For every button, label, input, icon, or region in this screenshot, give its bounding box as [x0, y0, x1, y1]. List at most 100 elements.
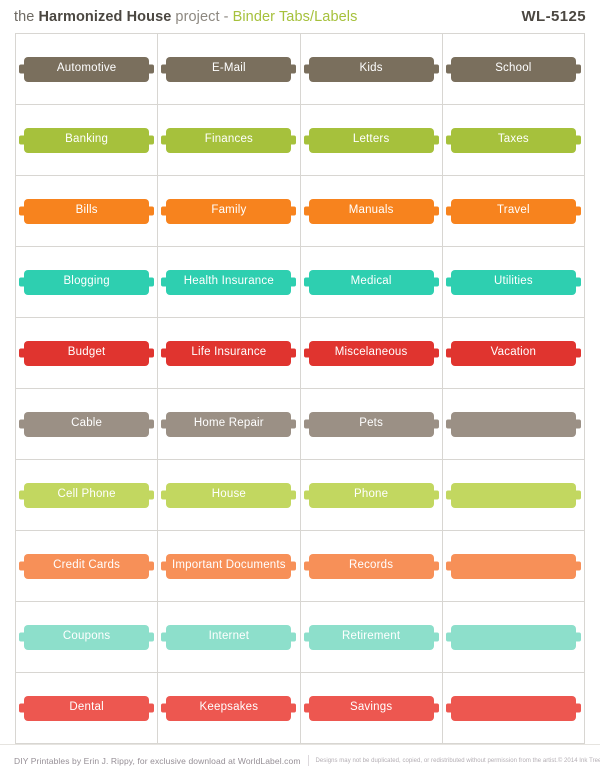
binder-tab[interactable]: Kids	[303, 56, 439, 82]
grid-cell	[442, 389, 585, 460]
tab-nub-left-icon	[161, 135, 167, 145]
binder-tab[interactable]: Pets	[303, 411, 439, 437]
binder-tab-label: Retirement	[342, 630, 401, 643]
title-subtitle: Binder Tabs/Labels	[232, 8, 358, 25]
tab-nub-right-icon	[149, 135, 155, 145]
binder-tab[interactable]: Medical	[303, 269, 439, 295]
grid-cell: Family	[158, 176, 301, 247]
binder-tab-label: Manuals	[348, 204, 394, 217]
grid-cell: Home Repair	[158, 389, 301, 460]
tab-nub-right-icon	[149, 490, 155, 500]
grid-cell	[442, 673, 585, 744]
binder-tab[interactable]: Home Repair	[161, 411, 297, 437]
binder-tab[interactable]: E-Mail	[161, 56, 297, 82]
binder-tab[interactable]: Automotive	[19, 56, 155, 82]
tab-nub-left-icon	[19, 561, 25, 571]
binder-tab[interactable]: Banking	[19, 127, 155, 153]
tab-nub-left-icon	[445, 419, 451, 429]
binder-tab[interactable]: Coupons	[19, 624, 155, 650]
tab-nub-left-icon	[161, 348, 167, 358]
binder-tab[interactable]: Travel	[445, 198, 581, 224]
binder-tab[interactable]: Finances	[161, 127, 297, 153]
binder-tab-label: Cell Phone	[57, 488, 116, 501]
grid-cell: Miscelaneous	[300, 318, 443, 389]
binder-tab[interactable]: Health Insurance	[161, 269, 297, 295]
tab-nub-left-icon	[19, 348, 25, 358]
binder-tab[interactable]: School	[445, 56, 581, 82]
binder-tab[interactable]: Important Documents	[161, 553, 297, 579]
binder-tab[interactable]: Cell Phone	[19, 482, 155, 508]
tab-nub-left-icon	[161, 277, 167, 287]
tab-nub-left-icon	[161, 206, 167, 216]
tab-nub-right-icon	[575, 490, 581, 500]
binder-tab-blank[interactable]	[445, 411, 581, 437]
binder-tab[interactable]: Utilities	[445, 269, 581, 295]
tab-nub-left-icon	[303, 419, 309, 429]
binder-tab-label: Finances	[204, 133, 253, 146]
grid-cell: Utilities	[442, 247, 585, 318]
tab-nub-right-icon	[575, 632, 581, 642]
tab-nub-left-icon	[161, 561, 167, 571]
tab-nub-right-icon	[575, 419, 581, 429]
grid-cell: Dental	[16, 673, 159, 744]
binder-tab[interactable]: Blogging	[19, 269, 155, 295]
tab-nub-left-icon	[19, 703, 25, 713]
binder-tab-blank[interactable]	[445, 482, 581, 508]
binder-tab[interactable]: Keepsakes	[161, 695, 297, 721]
binder-tab-label: Vacation	[490, 346, 537, 359]
tab-nub-right-icon	[149, 348, 155, 358]
binder-tab[interactable]: Savings	[303, 695, 439, 721]
grid-cell: Health Insurance	[158, 247, 301, 318]
binder-tab[interactable]: Taxes	[445, 127, 581, 153]
binder-tab[interactable]: Miscelaneous	[303, 340, 439, 366]
tab-nub-right-icon	[433, 348, 439, 358]
binder-tab-label: Dental	[69, 701, 104, 714]
tab-nub-left-icon	[161, 64, 167, 74]
binder-tab[interactable]: Retirement	[303, 624, 439, 650]
tab-nub-left-icon	[19, 64, 25, 74]
binder-tab[interactable]: Letters	[303, 127, 439, 153]
grid-cell: House	[158, 460, 301, 531]
binder-tab-blank[interactable]	[445, 624, 581, 650]
tab-nub-left-icon	[303, 64, 309, 74]
binder-tab[interactable]: Credit Cards	[19, 553, 155, 579]
grid-cell: Budget	[16, 318, 159, 389]
tab-nub-left-icon	[445, 703, 451, 713]
tab-nub-left-icon	[445, 561, 451, 571]
binder-tab-label: Internet	[208, 630, 250, 643]
title-the: the	[14, 8, 35, 25]
tab-nub-right-icon	[433, 632, 439, 642]
tab-nub-right-icon	[433, 206, 439, 216]
binder-tab[interactable]: Vacation	[445, 340, 581, 366]
tab-nub-right-icon	[291, 632, 297, 642]
binder-tab[interactable]: Dental	[19, 695, 155, 721]
tab-nub-left-icon	[303, 561, 309, 571]
binder-tab[interactable]: Life Insurance	[161, 340, 297, 366]
binder-tab[interactable]: Budget	[19, 340, 155, 366]
binder-tab[interactable]: House	[161, 482, 297, 508]
binder-tab[interactable]: Bills	[19, 198, 155, 224]
grid-cell	[442, 602, 585, 673]
tab-nub-right-icon	[433, 419, 439, 429]
binder-tab[interactable]: Cable	[19, 411, 155, 437]
tab-nub-left-icon	[161, 490, 167, 500]
binder-tab-blank[interactable]	[445, 553, 581, 579]
binder-tab-blank[interactable]	[445, 695, 581, 721]
binder-tab-label: Kids	[359, 62, 383, 75]
tab-nub-left-icon	[161, 632, 167, 642]
binder-tab[interactable]: Records	[303, 553, 439, 579]
tab-nub-right-icon	[575, 64, 581, 74]
tab-nub-right-icon	[433, 490, 439, 500]
tab-nub-right-icon	[291, 490, 297, 500]
grid-cell: Cell Phone	[16, 460, 159, 531]
binder-tab-label: Travel	[497, 204, 530, 217]
binder-tab[interactable]: Family	[161, 198, 297, 224]
tab-nub-left-icon	[303, 206, 309, 216]
binder-tab[interactable]: Internet	[161, 624, 297, 650]
binder-tab-label: Pets	[359, 417, 384, 430]
binder-tab-label: Medical	[350, 275, 392, 288]
binder-tab-label: Keepsakes	[199, 701, 259, 714]
binder-tab[interactable]: Phone	[303, 482, 439, 508]
tab-nub-right-icon	[291, 64, 297, 74]
binder-tab[interactable]: Manuals	[303, 198, 439, 224]
